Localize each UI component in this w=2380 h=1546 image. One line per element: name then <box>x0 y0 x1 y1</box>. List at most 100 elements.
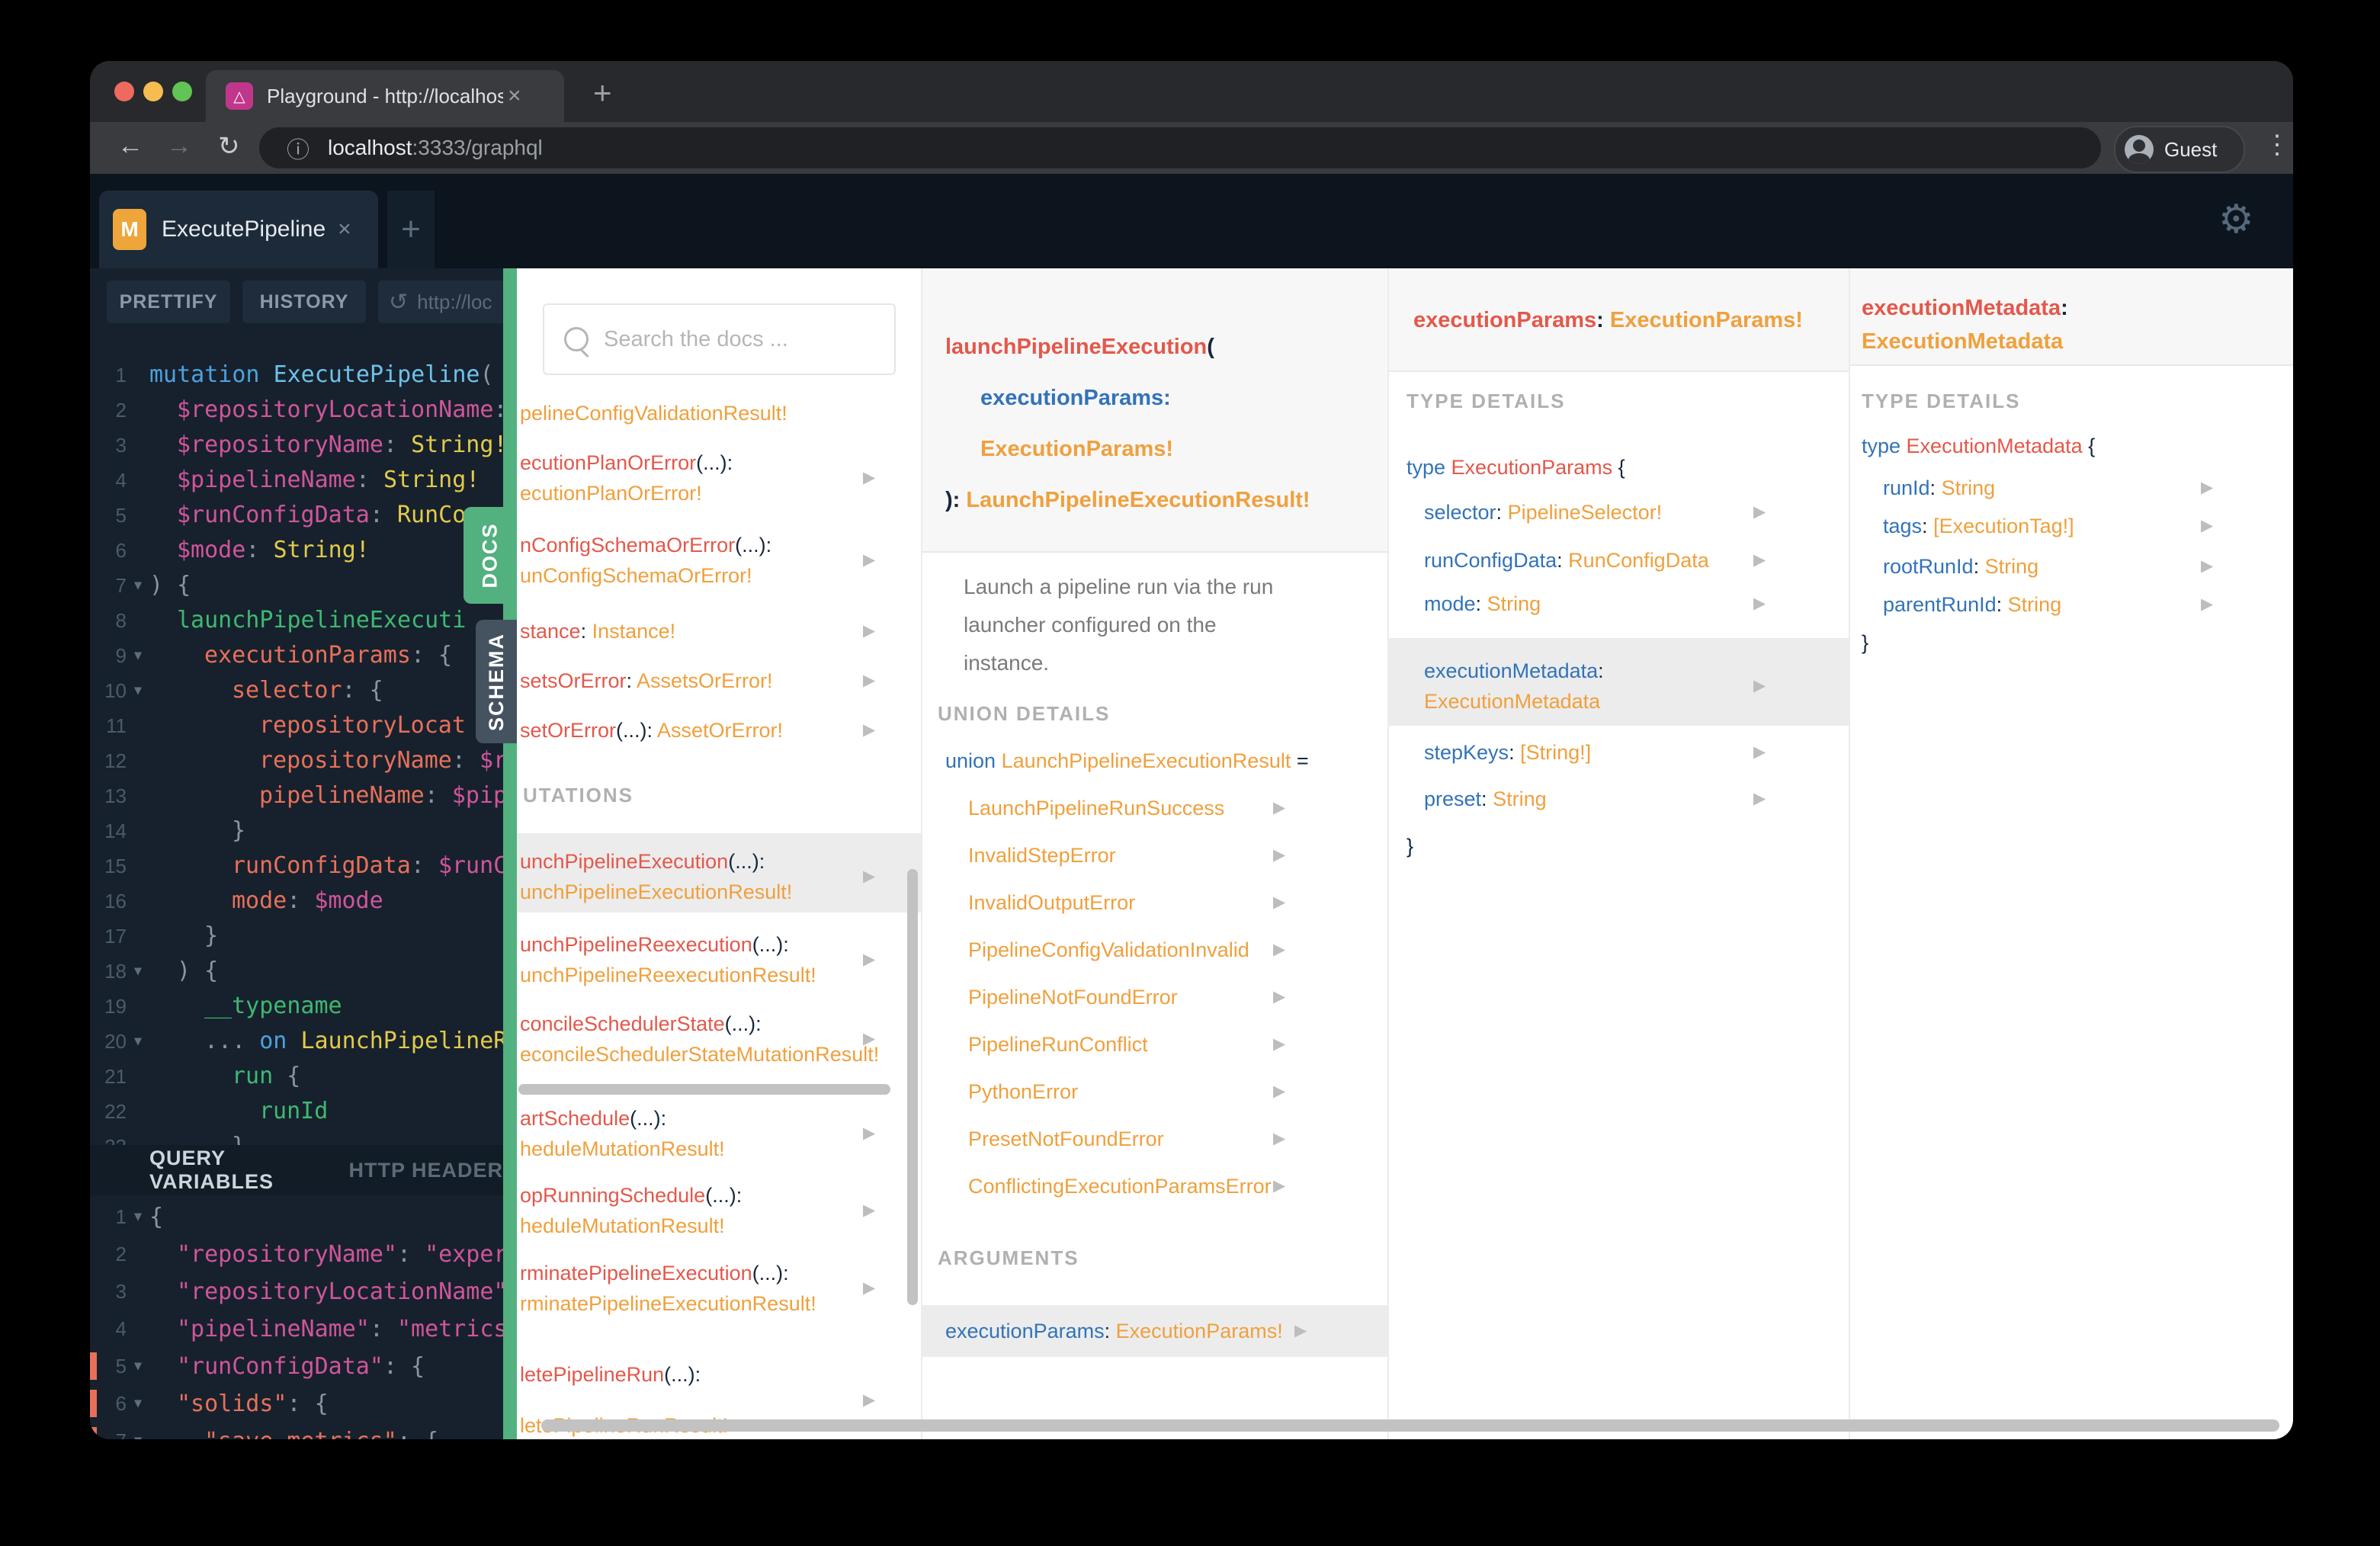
code-line[interactable]: 3 $repositoryName: String! <box>90 428 503 463</box>
docs-item[interactable]: pelineConfigValidationResult! <box>520 398 787 428</box>
chevron-right-icon[interactable]: ▶ <box>863 666 875 696</box>
type-field[interactable]: rootRunId: String <box>1883 551 2038 582</box>
browser-menu-icon[interactable]: ⋮ <box>2264 130 2290 160</box>
chevron-right-icon[interactable]: ▶ <box>863 463 875 493</box>
code-line[interactable]: 18 ▼) { <box>90 954 503 989</box>
chevron-right-icon[interactable]: ▶ <box>2201 473 2213 503</box>
docs-item[interactable]: rminatePipelineExecutionResult! <box>520 1288 816 1319</box>
search-input[interactable] <box>602 326 880 353</box>
code-line[interactable]: 13 pipelineName: $pip <box>90 778 503 813</box>
docs-item[interactable]: concileSchedulerState(...): <box>520 1009 762 1039</box>
chevron-right-icon[interactable]: ▶ <box>863 616 875 646</box>
profile-button[interactable]: Guest <box>2114 126 2245 173</box>
docs-item[interactable]: setOrError(...): AssetOrError! <box>520 715 783 746</box>
code-line[interactable]: 6 $mode: String! <box>90 533 503 568</box>
code-line[interactable]: 8 launchPipelineExecuti <box>90 603 503 638</box>
code-line[interactable]: 6 ▼ "solids": { <box>90 1385 503 1423</box>
endpoint-input[interactable]: ↺ http://loc <box>378 281 503 323</box>
code-line[interactable]: 20 ▼... on LaunchPipelineR <box>90 1024 503 1059</box>
docs-item[interactable]: unchPipelineExecutionResult! <box>520 877 792 907</box>
code-line[interactable]: 10 ▼ selector: { <box>90 673 503 708</box>
playground-new-tab-button[interactable]: + <box>387 191 435 268</box>
code-line[interactable]: 2$repositoryLocationName: <box>90 393 503 428</box>
horizontal-scrollbar[interactable] <box>518 1084 890 1095</box>
type-field[interactable]: executionMetadata: <box>1424 656 1604 686</box>
variables-editor[interactable]: 1 ▼{2 "repositoryName": "exper 3 "repository… <box>90 1195 503 1439</box>
chevron-right-icon[interactable]: ▶ <box>1753 671 1766 701</box>
code-line[interactable]: 19 __typename <box>90 989 503 1024</box>
code-line[interactable]: 4 "pipelineName": "metrics <box>90 1310 503 1348</box>
union-member[interactable]: InvalidOutputError <box>968 887 1135 918</box>
chevron-right-icon[interactable]: ▶ <box>1273 887 1285 918</box>
query-editor[interactable]: 1 mutation ExecutePipeline(2 $repositoryLo… <box>90 329 503 1145</box>
type-field[interactable]: preset: String <box>1424 784 1547 814</box>
chevron-right-icon[interactable]: ▶ <box>863 1118 875 1149</box>
chevron-right-icon[interactable]: ▶ <box>2201 511 2213 541</box>
union-member[interactable]: PipelineNotFoundError <box>968 982 1178 1012</box>
argument-row[interactable]: executionParams: ExecutionParams! <box>945 1316 1283 1346</box>
code-line[interactable]: 12 repositoryName: $r <box>90 743 503 778</box>
vertical-scrollbar[interactable] <box>907 869 918 1305</box>
union-member[interactable]: PresetNotFoundError <box>968 1124 1164 1154</box>
code-line[interactable]: 15 runConfigData: $runC <box>90 848 503 884</box>
horizontal-scrollbar[interactable] <box>541 1419 2279 1432</box>
docs-divider[interactable] <box>503 268 517 1439</box>
chevron-right-icon[interactable]: ▶ <box>863 545 875 576</box>
type-field[interactable]: mode: String <box>1424 589 1541 619</box>
tab-http-headers[interactable]: HTTP HEADER <box>348 1159 503 1182</box>
code-line[interactable]: 16 mode: $mode <box>90 884 503 919</box>
chevron-right-icon[interactable]: ▶ <box>863 861 875 892</box>
type-field[interactable]: stepKeys: [String!] <box>1424 737 1591 768</box>
tab-query-variables[interactable]: QUERY VARIABLES <box>149 1147 303 1194</box>
playground-tab[interactable]: M ExecutePipeline × <box>99 191 378 268</box>
docs-item[interactable]: ecutionPlanOrError(...): <box>520 447 733 478</box>
code-line[interactable]: 4 $pipelineName: String! <box>90 463 503 498</box>
code-line[interactable]: 22 runId <box>90 1094 503 1129</box>
code-line[interactable]: 9 ▼ executionParams: { <box>90 638 503 673</box>
code-line[interactable]: 21 run { <box>90 1059 503 1094</box>
docs-item[interactable]: heduleMutationResult! <box>520 1134 725 1164</box>
code-line[interactable]: 1 ▼{ <box>90 1198 503 1236</box>
chevron-right-icon[interactable]: ▶ <box>1753 497 1766 528</box>
docs-item[interactable]: letePipelineRun(...): <box>520 1359 701 1390</box>
docs-item[interactable]: econcileSchedulerStateMutationResult! <box>520 1039 879 1070</box>
code-line[interactable]: 11 repositoryLocat <box>90 708 503 743</box>
docs-item[interactable]: artSchedule(...): <box>520 1103 666 1134</box>
chevron-right-icon[interactable]: ▶ <box>1273 840 1285 871</box>
chevron-right-icon[interactable]: ▶ <box>863 1195 875 1226</box>
back-icon[interactable]: ← <box>117 131 143 161</box>
docs-item[interactable]: setsOrError: AssetsOrError! <box>520 666 773 696</box>
chevron-right-icon[interactable]: ▶ <box>2201 551 2213 582</box>
chevron-right-icon[interactable]: ▶ <box>863 1024 875 1054</box>
code-line[interactable]: 2 "repositoryName": "exper <box>90 1236 503 1273</box>
chevron-right-icon[interactable]: ▶ <box>1273 982 1285 1012</box>
traffic-minimize-button[interactable] <box>143 82 163 101</box>
traffic-zoom-button[interactable] <box>172 82 192 101</box>
type-field[interactable]: tags: [ExecutionTag!] <box>1883 511 2074 541</box>
union-member[interactable]: PythonError <box>968 1076 1078 1107</box>
history-button[interactable]: HISTORY <box>242 281 366 323</box>
docs-item[interactable]: unchPipelineReexecution(...): <box>520 929 789 960</box>
docs-item[interactable]: nConfigSchemaOrError(...): <box>520 530 771 560</box>
type-field[interactable]: runId: String <box>1883 473 1995 503</box>
type-field[interactable]: ExecutionMetadata <box>1424 686 1600 717</box>
chevron-right-icon[interactable]: ▶ <box>1273 1124 1285 1154</box>
site-info-icon[interactable]: ⓘ <box>287 131 310 165</box>
chevron-right-icon[interactable]: ▶ <box>2201 589 2213 620</box>
chevron-right-icon[interactable]: ▶ <box>863 715 875 746</box>
tab-close-icon[interactable]: × <box>508 83 521 109</box>
code-line[interactable]: 1 mutation ExecutePipeline( <box>90 358 503 393</box>
chevron-right-icon[interactable]: ▶ <box>863 1273 875 1304</box>
chevron-right-icon[interactable]: ▶ <box>1753 784 1766 814</box>
docs-item[interactable]: unchPipelineExecution(...): <box>520 846 765 877</box>
chevron-right-icon[interactable]: ▶ <box>1273 1171 1285 1201</box>
address-bar[interactable]: ⓘ localhost:3333/graphql <box>259 127 2101 168</box>
chevron-right-icon[interactable]: ▶ <box>1753 545 1766 576</box>
chevron-right-icon[interactable]: ▶ <box>1753 589 1766 619</box>
browser-tab[interactable]: △ Playground - http://localhost:3 × <box>206 70 564 122</box>
tab-docs[interactable]: DOCS <box>463 507 517 604</box>
chevron-right-icon[interactable]: ▶ <box>1273 1029 1285 1060</box>
chevron-right-icon[interactable]: ▶ <box>1273 793 1285 823</box>
type-field[interactable]: selector: PipelineSelector! <box>1424 497 1662 528</box>
code-line[interactable]: 3 "repositoryLocationName" <box>90 1273 503 1310</box>
